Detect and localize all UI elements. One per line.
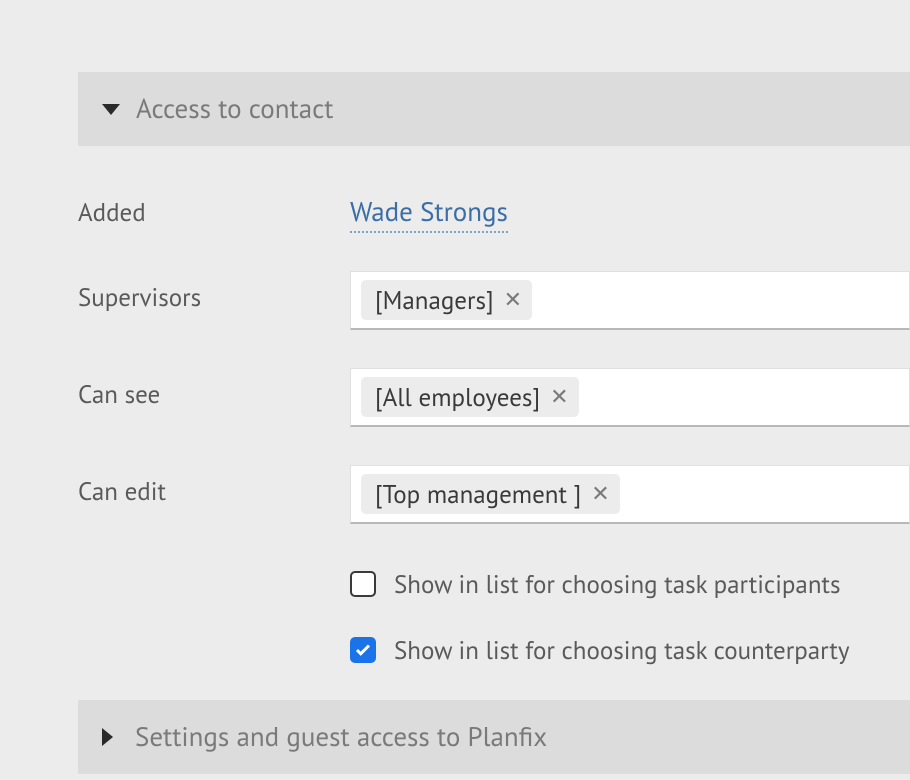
can-see-label: Can see [78,368,350,410]
added-label: Added [78,186,350,228]
section-header-access[interactable]: Access to contact [78,72,910,146]
can-edit-input[interactable]: [Top management ] ✕ [350,465,910,524]
can-edit-tag: [Top management ] ✕ [361,474,620,514]
tag-label: [Managers] [375,284,494,316]
chevron-right-icon [102,728,113,746]
tag-label: [All employees] [375,381,540,413]
can-edit-label: Can edit [78,465,350,507]
tag-label: [Top management ] [375,478,581,510]
counterparty-checkbox-label: Show in list for choosing task counterpa… [394,634,850,666]
can-see-tag: [All employees] ✕ [361,377,579,417]
section-header-settings[interactable]: Settings and guest access to Planfix [78,700,910,774]
supervisors-label: Supervisors [78,271,350,313]
supervisors-input[interactable]: [Managers] ✕ [350,271,910,330]
close-icon[interactable]: ✕ [550,386,568,408]
supervisors-tag: [Managers] ✕ [361,280,532,320]
section-title-settings: Settings and guest access to Planfix [135,720,547,754]
added-user-link[interactable]: Wade Strongs [350,195,508,233]
close-icon[interactable]: ✕ [504,289,522,311]
check-icon [354,641,372,659]
close-icon[interactable]: ✕ [591,483,609,505]
participants-checkbox-label: Show in list for choosing task participa… [394,568,841,600]
counterparty-checkbox[interactable] [350,637,376,663]
participants-checkbox[interactable] [350,571,376,597]
chevron-down-icon [102,104,120,115]
can-see-input[interactable]: [All employees] ✕ [350,368,910,427]
section-title-access: Access to contact [136,92,333,126]
